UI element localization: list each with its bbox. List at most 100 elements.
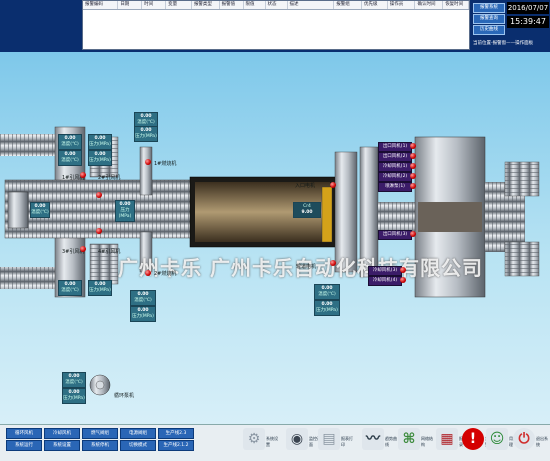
gauge-left-8: 0.00 压力(MPa) (88, 280, 112, 296)
status-led (410, 173, 416, 179)
status-led (410, 143, 416, 149)
right-status-5: 喷淋泵(1) (378, 182, 412, 192)
alarm-column-header[interactable]: 日期 (118, 1, 143, 9)
status-led (400, 277, 406, 283)
bottom-icon-label: 退出系统 (536, 436, 548, 447)
gauge-left-5: 0.00 温度(℃) (30, 202, 50, 218)
right-status-1: 出口风机(1) (378, 142, 412, 152)
gauge-right-2: 0.00 压力(MPa) (314, 300, 340, 316)
right-status-7: 冷却风机(3) (368, 266, 402, 276)
process-svg (0, 126, 540, 396)
status-led (80, 172, 86, 178)
history-trend-button[interactable]: 历史曲线 (473, 25, 505, 35)
gauge-left-6: 0.00 压力(MPa) (115, 200, 135, 222)
alarm-table[interactable]: 报警编码 日期 时间 变量 报警类型 报警值 限值 状态 描述 报警组 优先级 操作员 确认时间 恢复时间 (82, 0, 470, 50)
alarm-column-header[interactable]: 状态 (266, 1, 288, 9)
right-status-6: 出口风机(3) (378, 230, 412, 240)
process-diagram: 广州卡乐 广州卡乐自动化科技有限公司 0.00 温度(℃) 0.00 压力(MPa)… (0, 52, 550, 424)
right-connector (378, 202, 418, 232)
bottom-icon-label: 报表打印 (341, 436, 353, 447)
right-drum-band (418, 202, 482, 232)
alarm-column-header[interactable]: 报警类型 (192, 1, 220, 9)
status-led (330, 260, 336, 266)
nav-button[interactable]: 生产线2.1.2 (158, 440, 194, 451)
date-display: 2016/07/07 (507, 2, 549, 14)
gauge-center-4: 0.00 压力(MPa) (130, 306, 156, 322)
status-led (410, 153, 416, 159)
alarm-column-header[interactable]: 变量 (166, 1, 192, 9)
right-cap-top (504, 161, 540, 197)
label-entry-motor: 入口电机 (295, 183, 316, 189)
alarm-column-header[interactable]: 时间 (142, 1, 167, 9)
time-display: 15:39:47 (507, 16, 549, 28)
trend-icon[interactable]: 〰 (362, 428, 384, 450)
gauge-left-1: 0.00 温度(℃) (58, 134, 82, 150)
network-icon[interactable]: ⌘ (398, 428, 420, 450)
gauge-center-2: 0.00 压力(MPa) (134, 126, 158, 142)
gauge-left-4: 0.00 压力(MPa) (88, 150, 112, 166)
alarm-column-header[interactable]: 恢复时间 (443, 1, 469, 9)
alarm-column-header[interactable]: 报警值 (220, 1, 244, 9)
tunnel-door (321, 186, 333, 243)
nav-button[interactable]: 循环风机 (6, 428, 42, 439)
alarm-column-header[interactable]: 报警组 (334, 1, 362, 9)
status-led (96, 228, 102, 234)
right-cap-bottom (504, 241, 540, 277)
nav-button[interactable]: 冷却风机 (44, 428, 80, 439)
label-burner-1: 1#燃烧机 (154, 161, 177, 167)
power-icon[interactable]: ⏻ (513, 428, 535, 450)
status-led (96, 192, 102, 198)
status-led (400, 267, 406, 273)
status-led (80, 246, 86, 252)
alarm-table-header: 报警编码 日期 时间 变量 报警类型 报警值 限值 状态 描述 报警组 优先级 操作员 确认时间 恢复时间 (83, 1, 469, 10)
gauge-pump-2: 0.00 压力(MPa) (62, 388, 86, 404)
alarm-query-button[interactable]: 报警查询 (473, 14, 505, 24)
breadcrumb: 当前位置-报警窗——操作面板 (473, 41, 534, 46)
label-burner-2: 2#燃烧机 (154, 271, 177, 277)
bottom-icon-label: 网络结构 (421, 436, 433, 447)
alarm-column-header[interactable]: 确认时间 (415, 1, 444, 9)
nav-button[interactable]: 切换模式 (120, 440, 156, 451)
status-led (145, 159, 151, 165)
label-fan-4: 4#引风机 (98, 249, 121, 255)
bottom-icon-label: 趋势曲线 (385, 436, 397, 447)
alarm-column-header[interactable]: 限值 (244, 1, 266, 9)
bottom-icon-label: 系统设置 (266, 436, 278, 447)
gauge-left-3: 0.00 温度(℃) (58, 150, 82, 166)
status-led (410, 163, 416, 169)
gauge-left-2: 0.00 压力(MPa) (88, 134, 112, 150)
nav-button[interactable]: 生产线2.3 (158, 428, 194, 439)
gauge-pump-1: 0.00 温度(℃) (62, 372, 86, 388)
left-duct-bottom (0, 267, 60, 289)
status-led (145, 270, 151, 276)
gauge-left-7: 0.00 温度(℃) (58, 280, 82, 296)
gauge-center-3: 0.00 温度(℃) (130, 290, 156, 306)
label-pump: 循环泵机 (114, 393, 135, 399)
tunnel-readout: Cr4 9.00 (293, 202, 321, 218)
user-icon[interactable]: ☺ (486, 428, 508, 450)
alarm-system-button[interactable]: 报警系统 (473, 3, 505, 13)
alarm-column-header[interactable]: 优先级 (362, 1, 388, 9)
settings-icon[interactable]: ⚙ (243, 428, 265, 450)
printer-icon[interactable]: ▤ (318, 428, 340, 450)
alarm-column-header[interactable]: 操作员 (388, 1, 416, 9)
nav-button[interactable]: 系统运行 (6, 440, 42, 451)
nav-button[interactable]: 电源阀组 (120, 428, 156, 439)
nav-button[interactable]: 系统设置 (44, 440, 80, 451)
label-roller-motor: 辊道电机 (296, 264, 317, 270)
status-led (410, 231, 416, 237)
camera-icon[interactable]: ◉ (286, 428, 308, 450)
left-duct-top (0, 134, 60, 156)
right-status-2: 出口风机(2) (378, 152, 412, 162)
pump-impeller (95, 380, 105, 390)
left-inlet (7, 191, 29, 229)
nav-button[interactable]: 燃气阀组 (82, 428, 118, 439)
report-icon[interactable]: ▦ (436, 428, 458, 450)
alarm-column-header[interactable]: 描述 (288, 1, 335, 9)
status-led (410, 183, 416, 189)
nav-button[interactable]: 系统停机 (82, 440, 118, 451)
right-status-4: 冷却风机(2) (378, 172, 412, 182)
alarm-icon[interactable]: ! (462, 428, 484, 450)
label-fan-2: 2#引风机 (98, 175, 121, 181)
alarm-column-header[interactable]: 报警编码 (83, 1, 119, 9)
